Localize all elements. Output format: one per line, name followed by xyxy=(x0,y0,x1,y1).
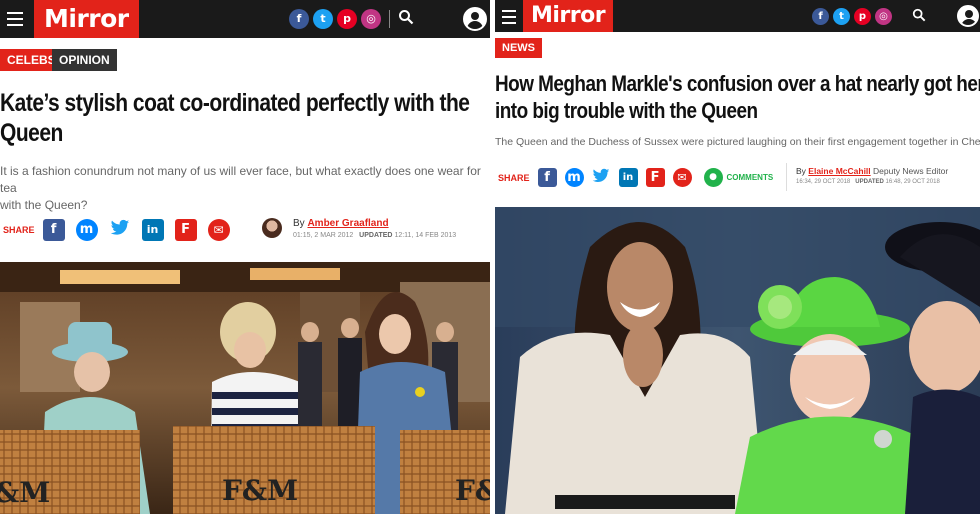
share-twitter-icon[interactable] xyxy=(108,219,131,241)
tag-opinion[interactable]: OPINION xyxy=(52,49,117,71)
author-role: Deputy News Editor xyxy=(873,166,949,176)
share-email-icon[interactable]: ✉ xyxy=(672,168,692,187)
author-link[interactable]: Amber Graafland xyxy=(307,218,388,229)
mirror-logo[interactable]: Mirror xyxy=(523,0,614,32)
left-article-screenshot: Mirror f t p ◎ CELEBS OPINION Kate’s sty… xyxy=(0,0,490,514)
article-byline: By Amber Graafland 01:15, 2 MAR 2012 UPD… xyxy=(293,218,456,239)
headline-line: Kate’s stylish coat co-ordinated perfect… xyxy=(0,89,470,117)
article-standfirst: The Queen and the Duchess of Sussex were… xyxy=(495,136,980,148)
share-email-icon[interactable]: ✉ xyxy=(207,219,230,241)
mirror-logo[interactable]: Mirror xyxy=(34,0,139,38)
article-photo[interactable]: &M F&M F& xyxy=(0,262,490,514)
byline-prefix: By xyxy=(796,166,806,176)
menu-icon[interactable] xyxy=(502,10,516,24)
article-headline: How Meghan Markle's confusion over a hat… xyxy=(495,70,980,124)
byline-prefix: By xyxy=(293,218,305,229)
comments-label[interactable]: COMMENTS xyxy=(727,173,774,182)
share-messenger-icon[interactable]: m xyxy=(75,219,98,241)
right-article-screenshot: Mirror f t p ◎ NEWS How Meghan Markle's … xyxy=(495,0,980,514)
share-bar: SHARE f m in F ✉ ● COMMENTS xyxy=(498,168,773,187)
share-flipboard-icon[interactable]: F xyxy=(645,168,665,187)
share-linkedin-icon[interactable]: in xyxy=(618,168,638,187)
publish-time: 01:15, 2 MAR 2012 xyxy=(293,232,354,239)
top-navbar: Mirror f t p ◎ xyxy=(0,0,490,38)
article-headline: Kate’s stylish coat co-ordinated perfect… xyxy=(0,88,490,148)
tag-news[interactable]: NEWS xyxy=(495,38,542,58)
share-flipboard-icon[interactable]: F xyxy=(174,219,197,241)
updated-time: 16:48, 29 OCT 2018 xyxy=(885,179,940,185)
updated-time: 12:11, 14 FEB 2013 xyxy=(394,232,457,239)
standfirst-line: with the Queen? xyxy=(0,198,88,212)
publish-time: 16:34, 29 OCT 2018 xyxy=(796,179,851,185)
search-icon[interactable] xyxy=(912,7,926,26)
updated-label: UPDATED xyxy=(359,232,393,239)
facebook-icon[interactable]: f xyxy=(812,8,829,25)
headline-line: Queen xyxy=(0,119,63,147)
share-bar: SHARE f m in F ✉ xyxy=(3,219,241,241)
share-facebook-icon[interactable]: f xyxy=(42,219,65,241)
article-photo[interactable] xyxy=(495,207,980,514)
facebook-icon[interactable]: f xyxy=(289,9,309,29)
author-avatar[interactable] xyxy=(262,218,282,238)
updated-label: UPDATED xyxy=(855,179,884,185)
share-linkedin-icon[interactable]: in xyxy=(141,219,164,241)
headline-line: into big trouble with the Queen xyxy=(495,98,758,123)
standfirst-line: It is a fashion conundrum not many of us… xyxy=(0,164,481,195)
article-byline: By Elaine McCahill Deputy News Editor 16… xyxy=(796,166,948,185)
author-link[interactable]: Elaine McCahill xyxy=(808,166,870,176)
pinterest-icon[interactable]: p xyxy=(337,9,357,29)
twitter-icon[interactable]: t xyxy=(313,9,333,29)
hamper-logo-text: F&M xyxy=(222,474,298,507)
nav-divider xyxy=(389,10,390,28)
account-icon[interactable] xyxy=(957,5,979,27)
social-links: f t p ◎ xyxy=(289,9,414,29)
share-label: SHARE xyxy=(3,225,35,235)
share-twitter-icon[interactable] xyxy=(591,168,611,187)
hamper-logo-text: &M xyxy=(0,476,50,509)
hamper-logo-text: F& xyxy=(455,474,490,507)
comments-icon[interactable]: ● xyxy=(703,168,723,187)
social-links: f t p ◎ xyxy=(812,7,926,26)
share-facebook-icon[interactable]: f xyxy=(537,168,557,187)
share-label: SHARE xyxy=(498,172,530,183)
instagram-icon[interactable]: ◎ xyxy=(875,8,892,25)
pinterest-icon[interactable]: p xyxy=(854,8,871,25)
twitter-icon[interactable]: t xyxy=(833,8,850,25)
headline-line: How Meghan Markle's confusion over a hat… xyxy=(495,71,980,96)
top-navbar: Mirror f t p ◎ xyxy=(495,0,980,32)
menu-icon[interactable] xyxy=(7,12,23,26)
share-messenger-icon[interactable]: m xyxy=(564,168,584,187)
byline-separator xyxy=(786,163,787,191)
instagram-icon[interactable]: ◎ xyxy=(361,9,381,29)
account-icon[interactable] xyxy=(463,7,487,31)
article-standfirst: It is a fashion conundrum not many of us… xyxy=(0,163,490,214)
search-icon[interactable] xyxy=(398,9,414,29)
